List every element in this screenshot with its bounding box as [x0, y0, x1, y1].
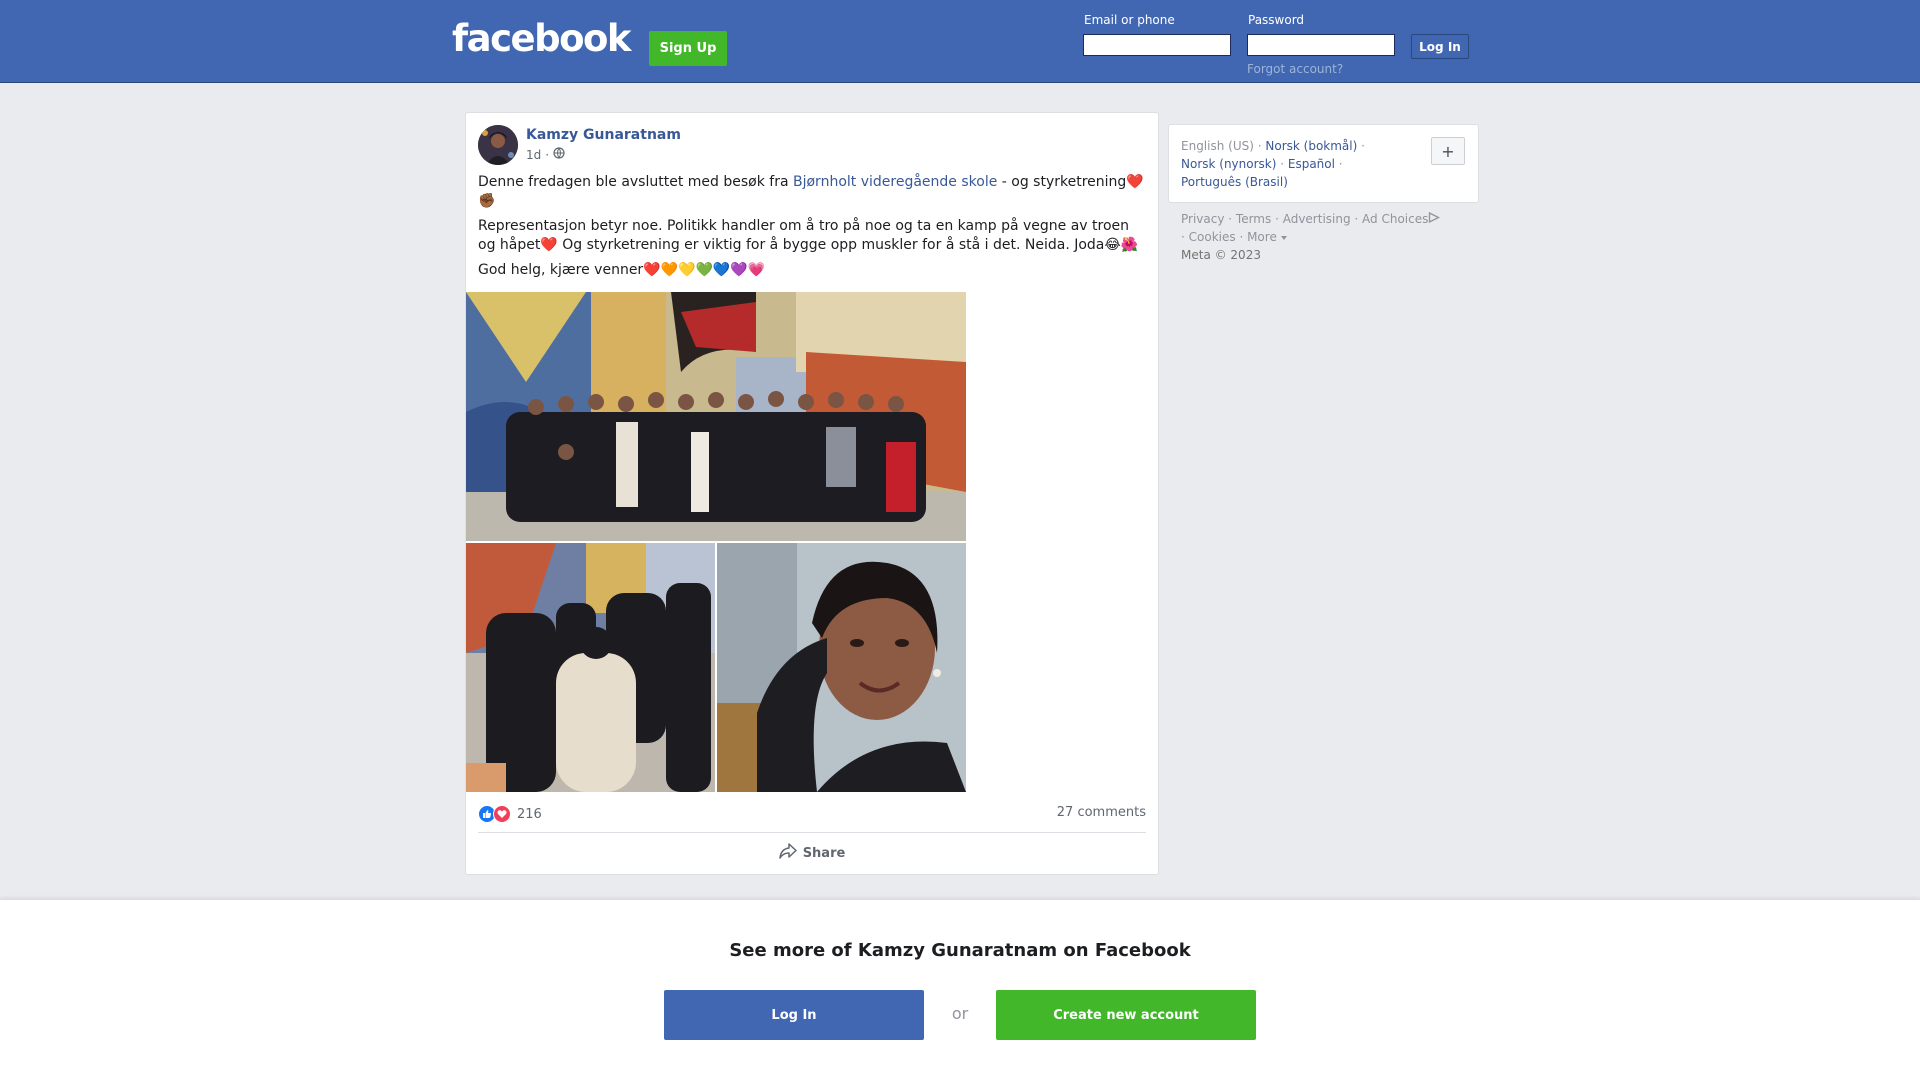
email-field[interactable] [1083, 34, 1231, 56]
login-banner: See more of Kamzy Gunaratnam on Facebook… [0, 900, 1920, 1080]
banner-title: See more of Kamzy Gunaratnam on Facebook [729, 940, 1191, 961]
language-list: English (US) · Norsk (bokmål) · Norsk (n… [1181, 139, 1365, 189]
globe-icon [553, 147, 565, 162]
photo-group[interactable] [466, 292, 966, 541]
top-bar: facebook Sign Up Email or phone Password… [0, 0, 1920, 83]
password-field[interactable] [1247, 34, 1395, 56]
post-text: Denne fredagen ble avsluttet med besøk f… [478, 173, 1146, 286]
post-meta: 1d · [526, 147, 565, 162]
facebook-logo[interactable]: facebook [452, 20, 632, 57]
copyright: Meta © 2023 [1181, 248, 1261, 262]
author-name[interactable]: Kamzy Gunaratnam [526, 127, 681, 143]
meta-separator: · [545, 147, 550, 162]
language-link[interactable]: Norsk (nynorsk) [1181, 157, 1276, 171]
language-current: English (US) [1181, 139, 1254, 153]
language-link[interactable]: Español [1288, 157, 1335, 171]
avatar[interactable] [478, 125, 518, 165]
post-card: Kamzy Gunaratnam 1d · Denne fredagen ble… [465, 112, 1159, 875]
photo-selfie[interactable] [717, 543, 966, 792]
post-paragraph-3: God helg, kjære venner❤️🧡💛💚💙💜💗 [478, 262, 766, 278]
reaction-count: 216 [517, 806, 542, 822]
share-icon [778, 843, 797, 863]
ad-choices-icon [1428, 211, 1441, 226]
post-divider [478, 832, 1146, 833]
love-reaction-icon [493, 805, 511, 823]
post-time[interactable]: 1d [526, 148, 541, 162]
signup-button[interactable]: Sign Up [649, 31, 727, 66]
post-paragraph-2: Representasjon betyr noe. Politikk handl… [478, 218, 1139, 253]
post-text-span: - og styrketrening [997, 174, 1127, 190]
more-label: More [1247, 230, 1277, 244]
login-button[interactable]: Log In [1411, 34, 1469, 59]
footer-links: Privacy · Terms · Advertising · Ad Choic… [1181, 210, 1481, 264]
banner-or-text: or [951, 1004, 969, 1023]
forgot-account-link[interactable]: Forgot account? [1247, 62, 1343, 76]
footer-link-ad-choices[interactable]: Ad Choices [1362, 211, 1441, 226]
share-label: Share [802, 845, 846, 861]
banner-login-button[interactable]: Log In [664, 990, 924, 1040]
post-text-span: Denne fredagen ble avsluttet med besøk f… [478, 174, 793, 190]
email-label: Email or phone [1084, 13, 1175, 27]
footer-link-cookies[interactable]: Cookies [1189, 230, 1236, 244]
add-language-button[interactable]: + [1431, 137, 1465, 165]
ad-choices-label: Ad Choices [1362, 212, 1429, 226]
password-label: Password [1248, 13, 1305, 27]
post-paragraph-1: Denne fredagen ble avsluttet med besøk f… [478, 173, 1146, 211]
footer-link-privacy[interactable]: Privacy [1181, 212, 1224, 226]
footer-link-more[interactable]: More [1247, 230, 1287, 244]
footer-link-advertising[interactable]: Advertising [1283, 212, 1351, 226]
photo-students[interactable] [466, 543, 715, 792]
language-link[interactable]: Norsk (bokmål) [1265, 139, 1357, 153]
photo-grid [466, 292, 966, 792]
language-selector: English (US) · Norsk (bokmål) · Norsk (n… [1168, 124, 1479, 203]
language-link[interactable]: Português (Brasil) [1181, 175, 1288, 189]
caret-down-icon [1277, 230, 1287, 244]
reactions-summary[interactable]: 216 [478, 805, 542, 823]
create-account-button[interactable]: Create new account [996, 990, 1256, 1040]
share-button[interactable]: Share [466, 840, 1158, 866]
footer-link-terms[interactable]: Terms [1236, 212, 1271, 226]
school-link[interactable]: Bjørnholt videregående skole [793, 174, 997, 190]
comments-link[interactable]: 27 comments [1057, 805, 1146, 820]
